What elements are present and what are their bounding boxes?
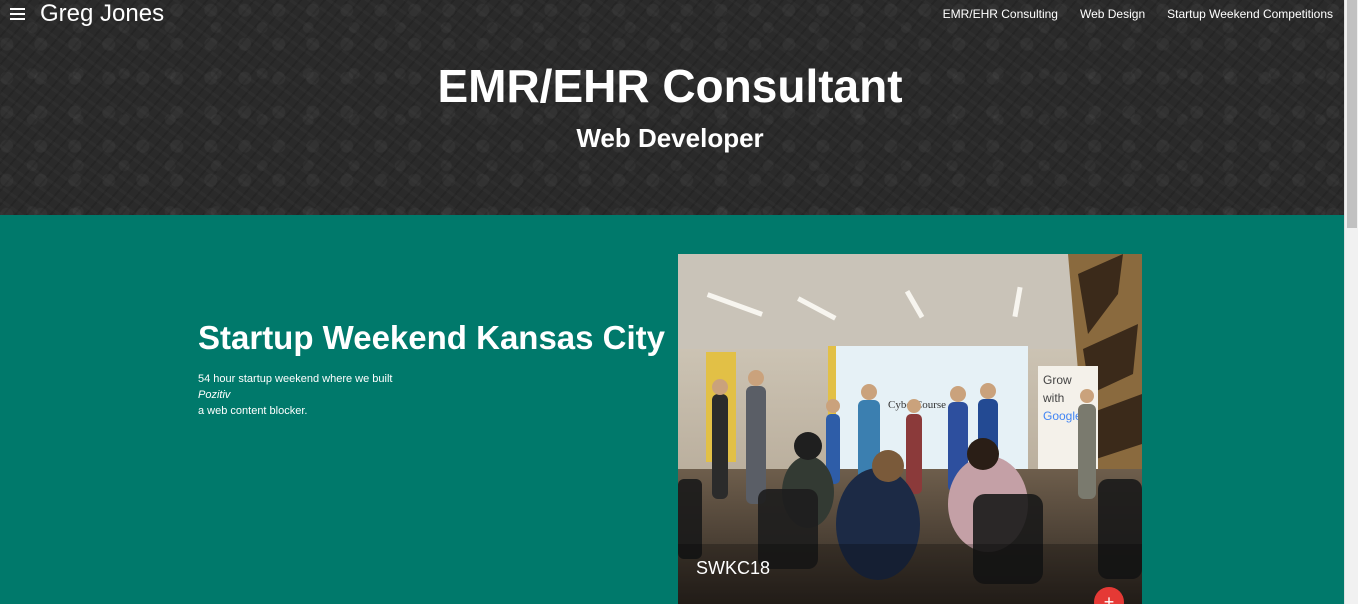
hamburger-menu-icon[interactable] [10,7,25,20]
hero-title: EMR/EHR Consultant [437,60,903,112]
photo-banner-text: Google [1043,409,1082,423]
scrollbar-thumb[interactable] [1347,0,1357,228]
nav-link-startup-weekend[interactable]: Startup Weekend Competitions [1167,7,1333,21]
photo-card[interactable]: CyberCourse Grow with Google [678,254,1142,604]
photo-caption: SWKC18 [696,558,771,578]
event-photo: CyberCourse Grow with Google [678,254,1142,604]
photo-banner-text: Grow [1043,373,1072,387]
feature-title: Startup Weekend Kansas City [198,319,666,356]
feature-description: 54 hour startup weekend where we built P… [198,371,392,419]
feature-product-name: Pozitiv [198,389,231,401]
hero-subtitle: Web Developer [576,123,764,153]
feature-desc-line: 54 hour startup weekend where we built [198,373,393,385]
page: Greg Jones EMR/EHR Consulting Web Design… [0,0,1344,604]
top-nav: EMR/EHR Consulting Web Design Startup We… [943,7,1333,21]
hero-header: Greg Jones EMR/EHR Consulting Web Design… [0,0,1344,215]
nav-link-web-design[interactable]: Web Design [1080,7,1145,21]
top-app-bar: Greg Jones EMR/EHR Consulting Web Design… [0,0,1344,30]
startup-weekend-section: Startup Weekend Kansas City 54 hour star… [0,215,1344,604]
photo-banner-text: with [1042,391,1064,405]
vertical-scrollbar[interactable] [1344,0,1358,604]
site-title[interactable]: Greg Jones [40,0,164,28]
nav-link-emr-ehr-consulting[interactable]: EMR/EHR Consulting [943,7,1058,21]
feature-desc-line: a web content blocker. [198,405,308,417]
